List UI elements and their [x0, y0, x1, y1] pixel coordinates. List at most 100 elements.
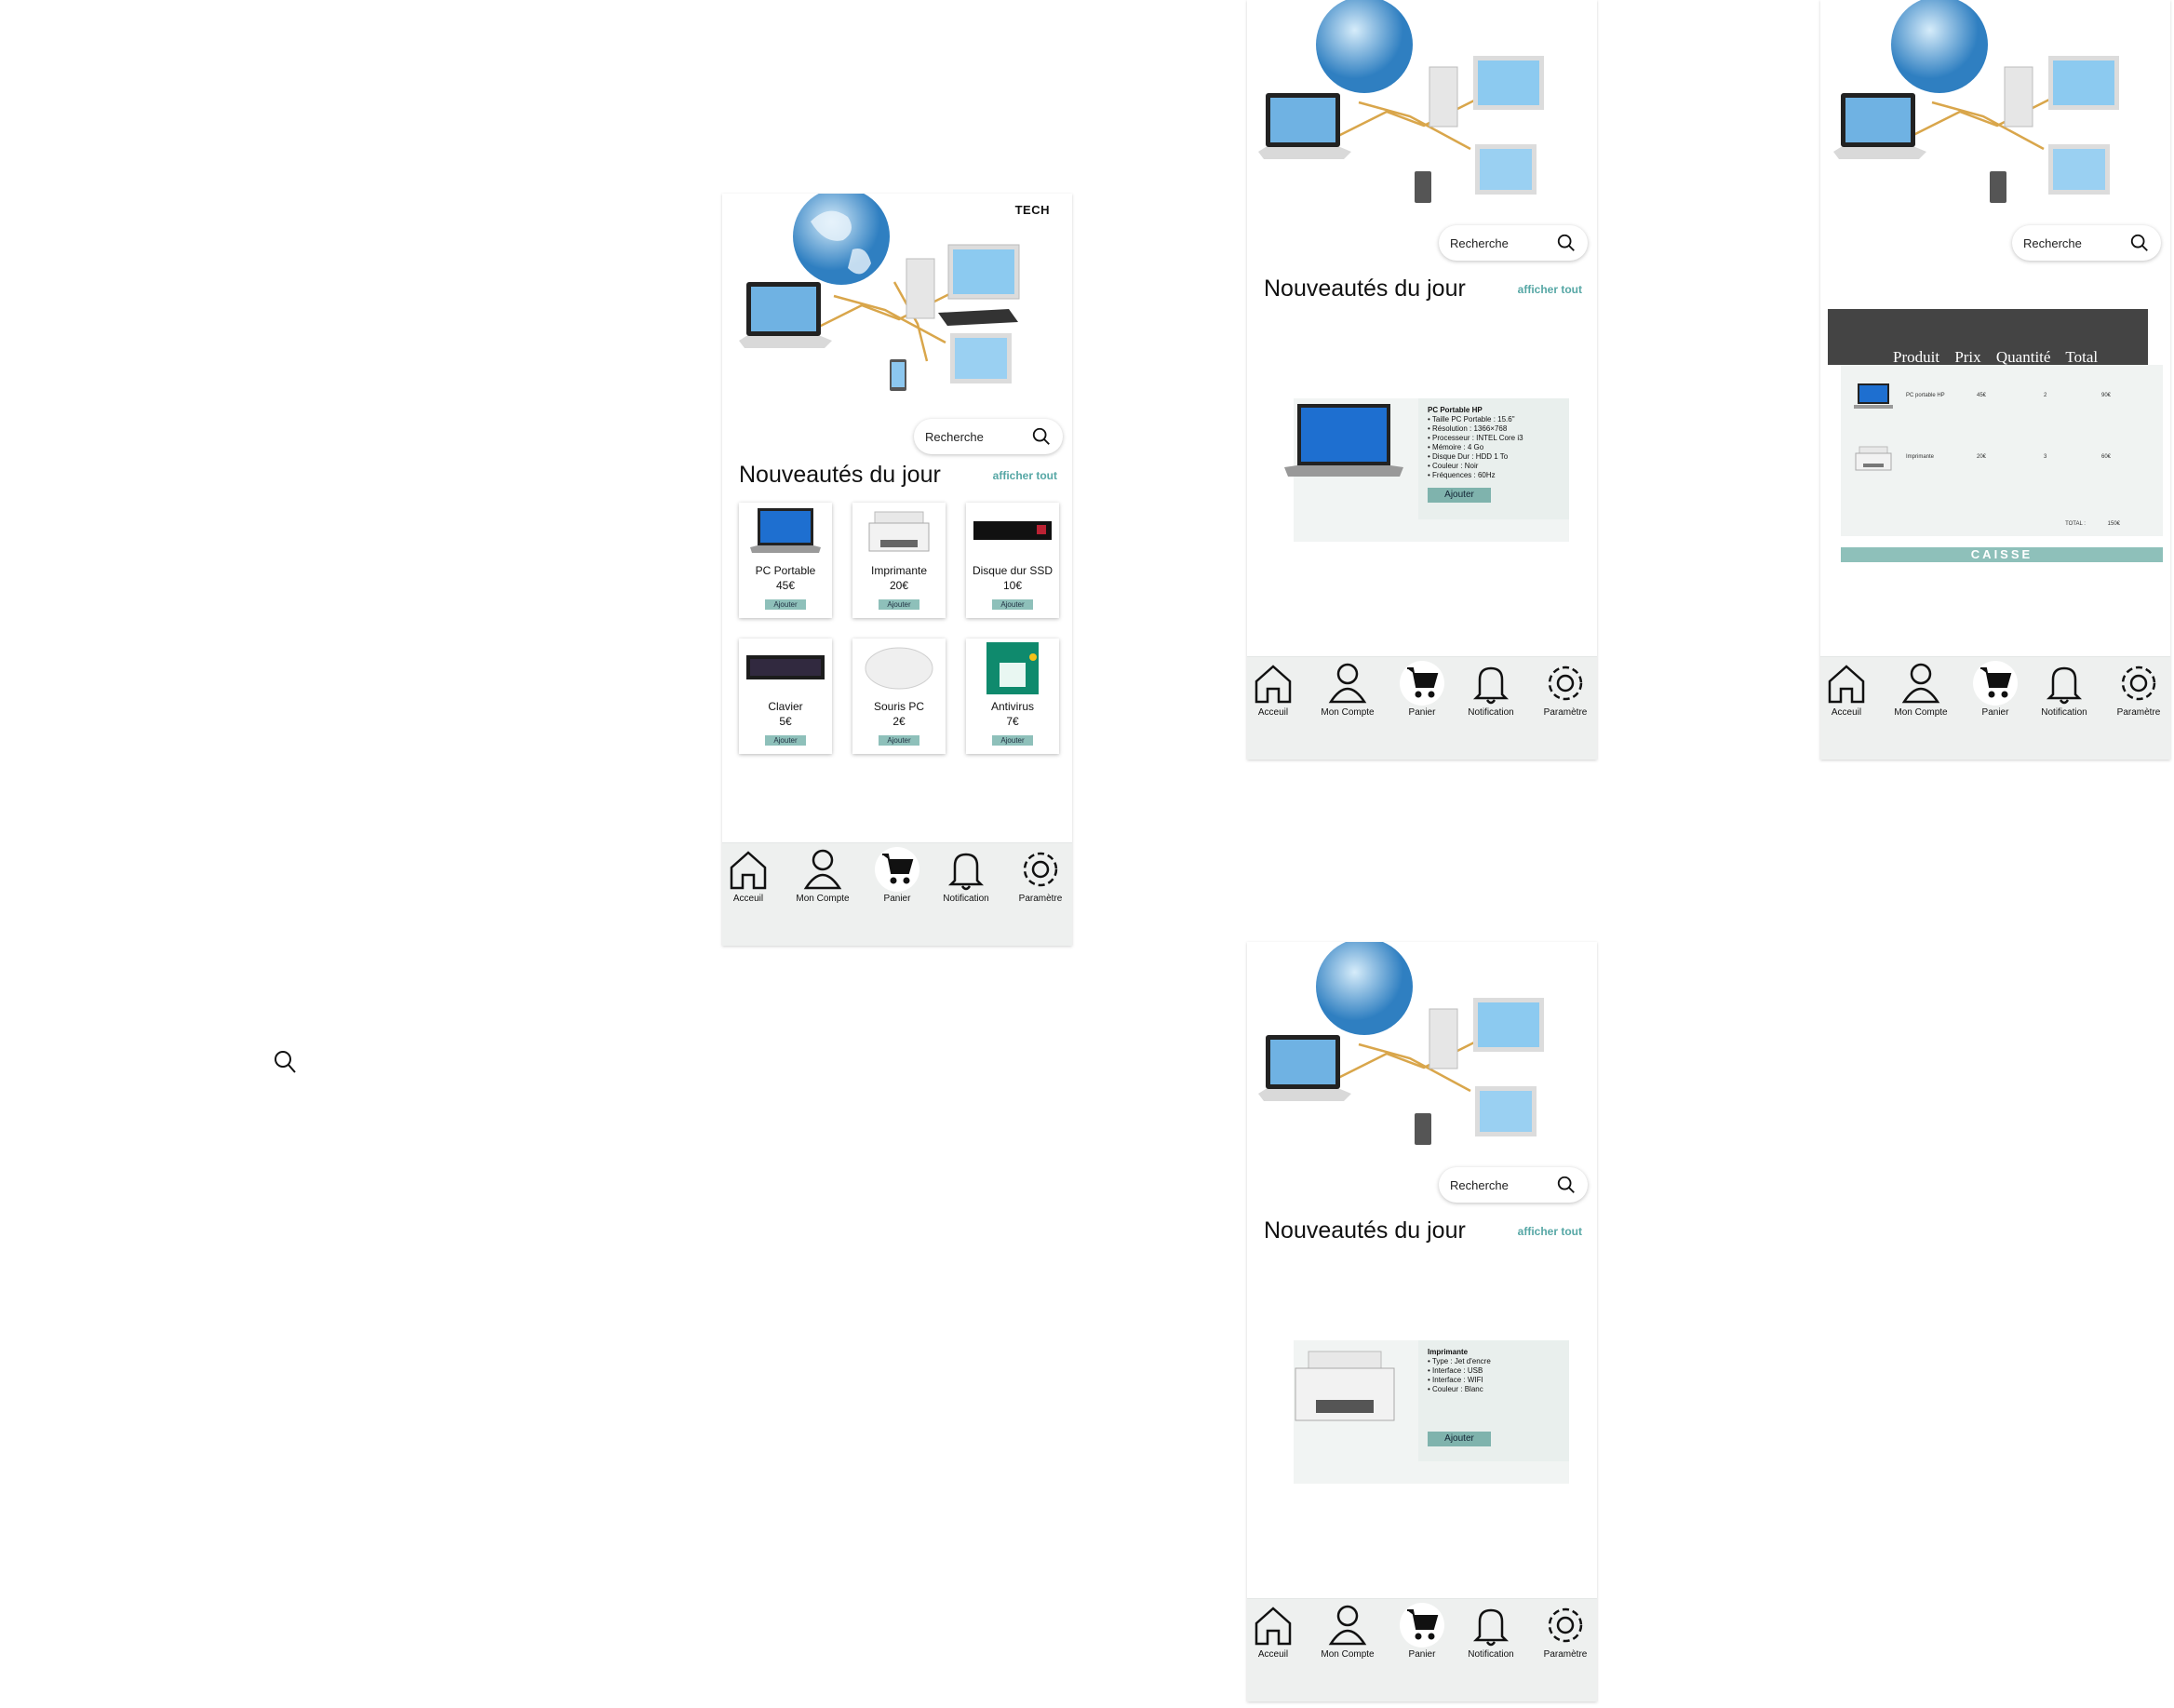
network-illustration [1833, 0, 2119, 203]
nav-account[interactable]: Mon Compte [789, 847, 856, 904]
network-illustration [739, 194, 1020, 391]
product-name: Imprimante [870, 564, 928, 577]
add-button[interactable]: Ajouter [1428, 488, 1491, 503]
product-name: Antivirus [990, 700, 1034, 713]
nav-settings[interactable]: Paramètre [1532, 661, 1597, 718]
add-button[interactable]: Ajouter [992, 735, 1033, 746]
nav-settings[interactable]: Paramètre [2105, 661, 2170, 718]
cart-icon [1407, 1609, 1439, 1640]
mouse-image [865, 647, 933, 690]
search-icon[interactable] [1556, 1175, 1577, 1195]
see-all-link[interactable]: afficher tout [1518, 1225, 1582, 1238]
cart-icon [1407, 667, 1439, 698]
checkout-button[interactable]: CAISSE [1841, 547, 2163, 562]
product-card-mouse[interactable]: Souris PC 2€ Ajouter [852, 639, 946, 754]
nav-home[interactable]: Acceuil [1820, 661, 1880, 718]
search-bar[interactable]: Recherche [1439, 225, 1588, 261]
product-name: Disque dur SSD [972, 564, 1053, 577]
laptop-detail-screen: Recherche Nouveautés du jour afficher to… [1247, 0, 1597, 760]
cart-row: Imprimante 20€ 3 60€ [1841, 437, 2163, 478]
add-button[interactable]: Ajouter [879, 599, 919, 610]
spec-item: Processeur : INTEL Core i3 [1428, 434, 1560, 443]
see-all-link[interactable]: afficher tout [993, 469, 1057, 482]
cart-price: 45€ [1977, 393, 1987, 398]
nav-label: Paramètre [1543, 1649, 1588, 1660]
cart-icon-wrapper [1400, 1603, 1444, 1647]
cart-product: PC portable HP [1906, 393, 1945, 398]
cart-icon-wrapper [1973, 661, 2018, 706]
search-placeholder: Recherche [925, 429, 984, 444]
nav-label: Notification [943, 894, 989, 904]
bottom-nav: Acceuil Mon Compte Panier Notification P… [722, 842, 1072, 946]
nav-notification[interactable]: Notification [933, 847, 1000, 904]
product-name: Clavier [768, 700, 803, 713]
search-icon [275, 1051, 296, 1073]
cart-icon-wrapper [1400, 661, 1444, 706]
search-bar[interactable]: Recherche [2012, 225, 2161, 261]
nav-home[interactable]: Acceuil [1247, 1603, 1307, 1660]
nav-settings[interactable]: Paramètre [1532, 1603, 1597, 1660]
nav-cart[interactable]: Panier [864, 847, 931, 904]
laptop-image [1284, 404, 1403, 477]
home-icon [1828, 665, 1865, 704]
bottom-nav: Acceuil Mon Compte Panier Notification P… [1247, 1598, 1597, 1701]
nav-settings[interactable]: Paramètre [1007, 847, 1072, 904]
product-price: 10€ [1002, 579, 1023, 592]
spec-item: Interface : USB [1428, 1366, 1560, 1376]
spec-list: Type : Jet d'encre Interface : USB Inter… [1428, 1357, 1560, 1394]
nav-notification[interactable]: Notification [1457, 1603, 1524, 1660]
product-price: 5€ [779, 715, 792, 728]
spec-item: Interface : WIFI [1428, 1376, 1560, 1385]
search-bar[interactable]: Recherche [1439, 1167, 1588, 1203]
section-title: Nouveautés du jour [1264, 1217, 1466, 1244]
hero-illustration [722, 194, 1072, 454]
product-price: 2€ [892, 715, 906, 728]
user-icon [1901, 663, 1940, 704]
search-icon[interactable] [1556, 233, 1577, 253]
search-icon[interactable] [1031, 426, 1052, 447]
nav-label: Paramètre [1543, 707, 1588, 718]
search-placeholder: Recherche [1450, 235, 1509, 250]
nav-label: Panier [1408, 707, 1436, 718]
search-icon[interactable] [2129, 233, 2150, 253]
search-bar[interactable]: Recherche [914, 419, 1063, 454]
nav-label: Acceuil [1831, 707, 1862, 718]
nav-notification[interactable]: Notification [2031, 661, 2098, 718]
column-price: Prix [1954, 348, 1981, 366]
cart-product: Imprimante [1906, 454, 1935, 460]
hero-illustration [1247, 942, 1597, 1203]
add-button[interactable]: Ajouter [879, 735, 919, 746]
gear-icon [1023, 852, 1058, 887]
cart-quantity[interactable]: 3 [2044, 454, 2047, 460]
product-card-ssd[interactable]: Disque dur SSD 10€ Ajouter [966, 503, 1059, 618]
nav-cart[interactable]: Panier [1389, 1603, 1456, 1660]
nav-home[interactable]: Acceuil [722, 847, 782, 904]
nav-account[interactable]: Mon Compte [1314, 1603, 1381, 1660]
hero-illustration [1820, 0, 2170, 261]
add-button[interactable]: Ajouter [765, 599, 806, 610]
nav-label: Paramètre [2116, 707, 2161, 718]
product-price: 20€ [889, 579, 909, 592]
product-card-keyboard[interactable]: Clavier 5€ Ajouter [739, 639, 832, 754]
cart-total: 60€ [2101, 454, 2112, 460]
see-all-link[interactable]: afficher tout [1518, 283, 1582, 296]
nav-cart[interactable]: Panier [1389, 661, 1456, 718]
add-button[interactable]: Ajouter [765, 735, 806, 746]
product-card-antivirus[interactable]: Antivirus 7€ Ajouter [966, 639, 1059, 754]
nav-notification[interactable]: Notification [1457, 661, 1524, 718]
total-value: 150€ [2107, 521, 2120, 527]
nav-cart[interactable]: Panier [1962, 661, 2029, 718]
nav-label: Paramètre [1018, 894, 1063, 904]
laptop-thumbnail [1854, 383, 1893, 409]
nav-home[interactable]: Acceuil [1247, 661, 1307, 718]
printer-image [868, 511, 930, 552]
gear-icon [2121, 666, 2156, 701]
nav-account[interactable]: Mon Compte [1887, 661, 1954, 718]
home-screen: TECH Recherche Nouveautés du jour affich… [722, 194, 1072, 946]
cart-quantity[interactable]: 2 [2044, 393, 2047, 398]
product-card-laptop[interactable]: PC Portable 45€ Ajouter [739, 503, 832, 618]
add-button[interactable]: Ajouter [1428, 1432, 1491, 1446]
product-card-printer[interactable]: Imprimante 20€ Ajouter [852, 503, 946, 618]
add-button[interactable]: Ajouter [992, 599, 1033, 610]
nav-account[interactable]: Mon Compte [1314, 661, 1381, 718]
